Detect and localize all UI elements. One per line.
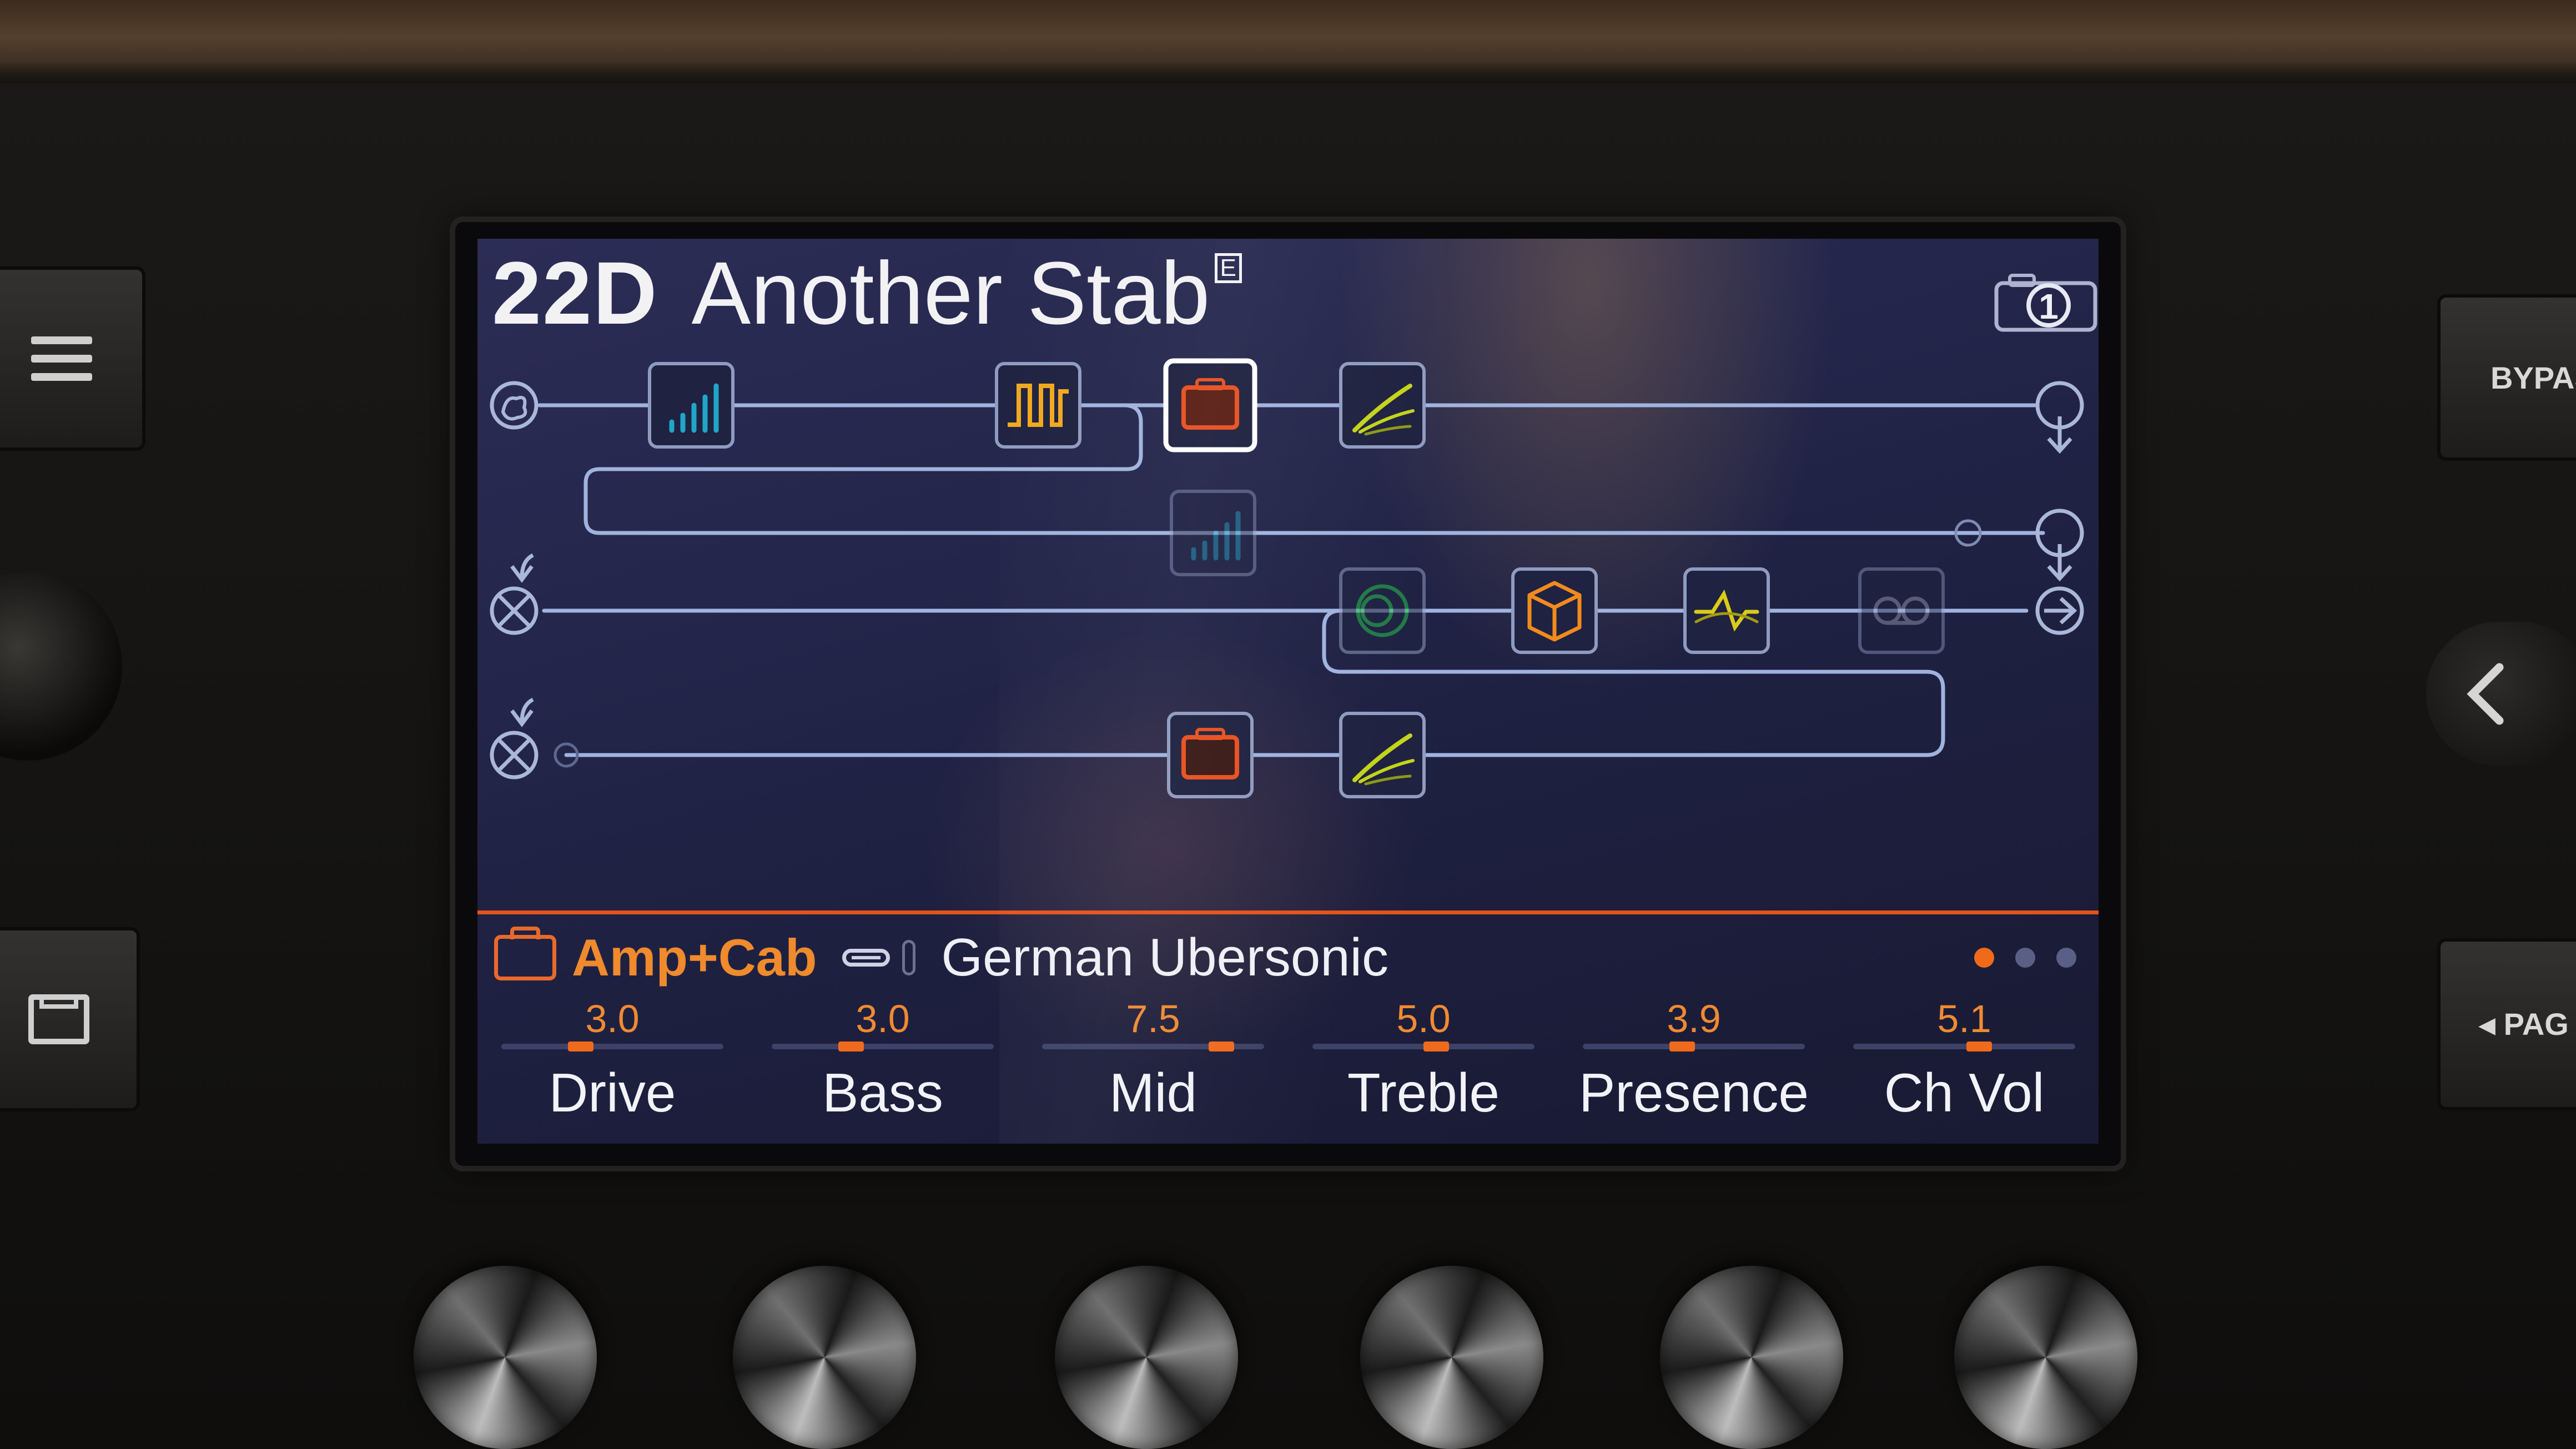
block-filter[interactable] [1683, 567, 1770, 654]
param-slider [1583, 1042, 1805, 1051]
param-slider-thumb [1423, 1042, 1449, 1051]
block-dynamics[interactable] [995, 362, 1081, 449]
block-amp-2b[interactable] [1167, 712, 1254, 798]
knob-6[interactable] [1954, 1266, 2137, 1449]
amp-icon [1181, 378, 1239, 430]
param-drive[interactable]: 3.0 Drive [477, 994, 747, 1144]
param-slider-thumb [838, 1042, 864, 1051]
knob-5[interactable] [1660, 1266, 1843, 1449]
param-label: Drive [549, 1062, 676, 1123]
block-amp-selected[interactable] [1163, 358, 1257, 452]
preset-header: 22D Another Stab E [492, 249, 1242, 338]
block-modulation[interactable] [1339, 567, 1426, 654]
output-icon-1a[interactable] [2035, 381, 2084, 454]
save-icon [28, 994, 89, 1044]
preset-name: Another Stab [691, 243, 1210, 343]
parameter-row: 3.0 Drive 3.0 Bass 7.5 Mid 5.0 Treble 3.… [477, 994, 2099, 1144]
bypass-button[interactable]: BYPAS [2437, 294, 2576, 461]
chevron-left-icon [2467, 663, 2504, 725]
output-icon-2[interactable] [2035, 586, 2084, 635]
hamburger-icon [31, 336, 92, 381]
param-label: Mid [1109, 1062, 1197, 1123]
param-slider [1853, 1042, 2075, 1051]
input-icon-2b[interactable] [490, 697, 539, 779]
param-slider [501, 1042, 723, 1051]
param-slider [772, 1042, 994, 1051]
divider-line [477, 910, 2099, 914]
param-value: 7.5 [1126, 997, 1180, 1040]
model-name[interactable]: German Ubersonic [941, 927, 1388, 988]
param-value: 3.9 [1667, 997, 1721, 1040]
param-label: Treble [1347, 1062, 1500, 1123]
menu-button[interactable] [0, 266, 145, 451]
param-mid[interactable]: 7.5 Mid [1018, 994, 1288, 1144]
snapshot-icon[interactable]: 1 [1993, 272, 2099, 333]
input-icon-2a[interactable] [490, 553, 539, 635]
param-slider-thumb [1669, 1042, 1695, 1051]
param-label: Ch Vol [1884, 1062, 2045, 1123]
block-cab-2b[interactable] [1339, 712, 1426, 798]
param-label: Bass [822, 1062, 943, 1123]
knob-3[interactable] [1055, 1266, 1238, 1449]
param-label: Presence [1578, 1062, 1809, 1123]
block-cab-1a[interactable] [1339, 362, 1426, 449]
block-category[interactable]: Amp+Cab [572, 928, 817, 988]
param-slider-thumb [568, 1042, 593, 1051]
param-value: 5.0 [1396, 997, 1451, 1040]
mic-icon [902, 940, 916, 975]
desk-background [0, 0, 2576, 83]
block-looper[interactable] [1858, 567, 1945, 654]
block-delay[interactable] [1511, 567, 1598, 654]
param-ch-vol[interactable]: 5.1 Ch Vol [1829, 994, 2099, 1144]
block-eq-1b[interactable] [1170, 490, 1256, 576]
page-indicator [1974, 948, 2076, 968]
back-button[interactable] [2426, 622, 2576, 766]
amp-cab-icon [494, 927, 556, 980]
block-eq-1a[interactable] [648, 362, 734, 449]
param-slider [1042, 1042, 1264, 1051]
param-value: 3.0 [585, 997, 640, 1040]
link-icon [842, 949, 890, 967]
param-value: 3.0 [856, 997, 910, 1040]
lcd-screen: 22D Another Stab E 1 Amp+Cab German Uber… [477, 239, 2099, 1144]
page-left-button-label: ◂ PAG [2479, 1007, 2569, 1042]
amp-icon [1181, 728, 1239, 779]
snapshot-number: 1 [2039, 286, 2059, 326]
output-icon-1b[interactable] [2035, 509, 2084, 582]
page-dot-1 [1974, 948, 1994, 968]
param-treble[interactable]: 5.0 Treble [1289, 994, 1558, 1144]
knob-4[interactable] [1360, 1266, 1543, 1449]
param-bass[interactable]: 3.0 Bass [748, 994, 1018, 1144]
page-left-button[interactable]: ◂ PAG [2437, 938, 2576, 1110]
parameter-knobs [0, 1221, 2576, 1449]
guitar-input-icon[interactable] [490, 381, 539, 430]
param-slider [1312, 1042, 1534, 1051]
save-button[interactable] [0, 927, 140, 1111]
param-slider-thumb [1209, 1042, 1234, 1051]
preset-number: 22D [492, 243, 658, 343]
param-value: 5.1 [1937, 997, 1991, 1040]
page-dot-2 [2015, 948, 2035, 968]
knob-2[interactable] [733, 1266, 916, 1449]
preset-edited-flag: E [1214, 253, 1242, 283]
knob-1[interactable] [414, 1266, 597, 1449]
page-dot-3 [2056, 948, 2076, 968]
param-slider-thumb [1966, 1042, 1992, 1051]
bypass-button-label: BYPAS [2491, 360, 2576, 395]
param-presence[interactable]: 3.9 Presence [1559, 994, 1829, 1144]
model-info-bar: Amp+Cab German Ubersonic [494, 922, 2093, 994]
